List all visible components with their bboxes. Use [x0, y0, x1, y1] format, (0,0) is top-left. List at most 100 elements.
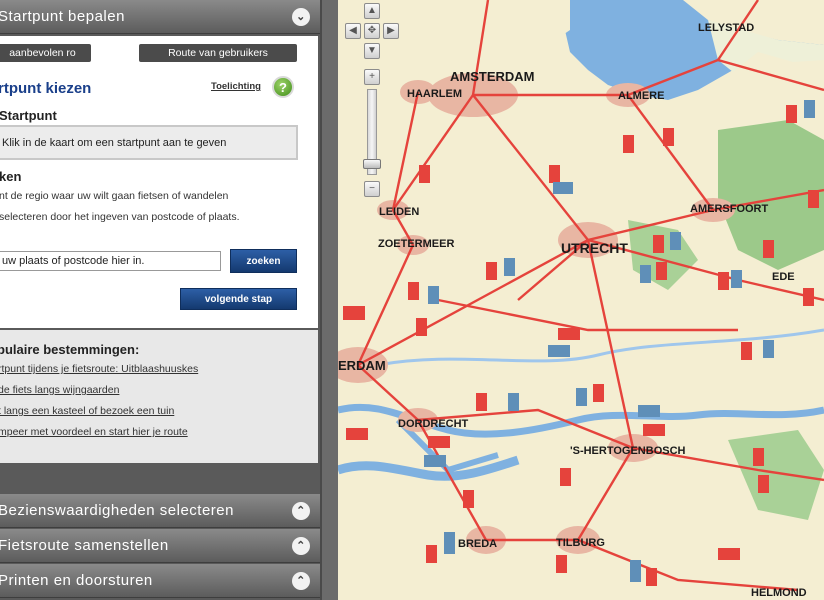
route-marker[interactable]	[343, 306, 365, 320]
popular-link[interactable]: t langs een kasteel of bezoek een tuin	[0, 405, 174, 417]
route-marker[interactable]	[653, 235, 664, 253]
route-marker[interactable]	[663, 128, 674, 146]
city-label-utrecht: UTRECHT	[561, 240, 628, 256]
section-title: rtpunt kiezen	[0, 80, 92, 97]
route-marker[interactable]	[416, 318, 427, 336]
pan-right-icon[interactable]: ▶	[383, 23, 399, 39]
help-icon[interactable]: ?	[272, 76, 294, 98]
route-marker[interactable]	[638, 405, 660, 417]
zoom-out-icon[interactable]: −	[364, 181, 380, 197]
description-line: nt de regio waar uw wilt gaan fietsen of…	[0, 190, 229, 202]
route-marker[interactable]	[804, 100, 815, 118]
city-label-tilburg: TILBURG	[556, 537, 605, 549]
route-marker[interactable]	[560, 468, 571, 486]
zoeken-label: ken	[0, 169, 22, 184]
route-marker[interactable]	[640, 265, 651, 283]
city-label-haarlem: HAARLEM	[407, 88, 462, 100]
route-marker[interactable]	[426, 545, 437, 563]
route-marker[interactable]	[741, 342, 752, 360]
route-marker[interactable]	[548, 345, 570, 357]
route-marker[interactable]	[646, 568, 657, 586]
popular-title: pulaire bestemmingen:	[0, 342, 140, 357]
help-link[interactable]: Toelichting	[211, 81, 261, 92]
city-label-lelystad: LELYSTAD	[698, 22, 754, 34]
left-panel: Startpunt bepalen ⌄ aanbevolen ro Route …	[0, 0, 322, 600]
route-marker[interactable]	[593, 384, 604, 402]
route-marker[interactable]	[576, 388, 587, 406]
search-button[interactable]: zoeken	[230, 249, 297, 273]
route-marker[interactable]	[731, 270, 742, 288]
route-marker[interactable]	[428, 436, 450, 448]
route-marker[interactable]	[486, 262, 497, 280]
tab-route-van-gebruikers[interactable]: Route van gebruikers	[139, 44, 297, 62]
accordion-title: Printen en doorsturen	[0, 572, 153, 589]
startpunt-content: aanbevolen ro Route van gebruikers rtpun…	[0, 36, 318, 328]
popular-link[interactable]: de fiets langs wijngaarden	[0, 384, 119, 396]
city-label-den-bosch: 'S-HERTOGENBOSCH	[570, 445, 686, 457]
route-marker[interactable]	[786, 105, 797, 123]
pan-left-icon[interactable]: ◀	[345, 23, 361, 39]
pan-up-icon[interactable]: ▲	[364, 3, 380, 19]
route-marker[interactable]	[556, 555, 567, 573]
route-marker[interactable]	[763, 340, 774, 358]
city-label-helmond: HELMOND	[751, 587, 807, 599]
tab-aanbevolen-routes[interactable]: aanbevolen ro	[0, 44, 91, 62]
zoom-in-icon[interactable]: +	[364, 69, 380, 85]
next-step-button[interactable]: volgende stap	[180, 288, 297, 310]
city-label-zoetermeer: ZOETERMEER	[378, 238, 454, 250]
route-marker[interactable]	[656, 262, 667, 280]
accordion-header-startpunt[interactable]: Startpunt bepalen ⌄	[0, 0, 320, 34]
route-marker[interactable]	[763, 240, 774, 258]
route-marker[interactable]	[670, 232, 681, 250]
accordion-title: Bezienswaardigheden selecteren	[0, 502, 234, 519]
route-marker[interactable]	[623, 135, 634, 153]
pan-center-icon[interactable]: ✥	[364, 23, 380, 39]
popular-link[interactable]: mpeer met voordeel en start hier je rout…	[0, 426, 188, 438]
route-marker[interactable]	[476, 393, 487, 411]
route-marker[interactable]	[463, 490, 474, 508]
city-label-almere: ALMERE	[618, 90, 664, 102]
route-marker[interactable]	[753, 448, 764, 466]
search-input[interactable]	[0, 251, 221, 271]
route-marker[interactable]	[808, 190, 819, 208]
chevron-up-icon[interactable]: ⌃	[292, 502, 310, 520]
chevron-up-icon[interactable]: ⌃	[292, 537, 310, 555]
route-marker[interactable]	[444, 532, 455, 554]
route-marker[interactable]	[419, 165, 430, 183]
route-marker[interactable]	[346, 428, 368, 440]
route-marker[interactable]	[643, 424, 665, 436]
route-marker[interactable]	[718, 272, 729, 290]
route-marker[interactable]	[558, 328, 580, 340]
route-marker[interactable]	[553, 182, 573, 194]
chevron-up-icon[interactable]: ⌃	[292, 572, 310, 590]
route-marker[interactable]	[504, 258, 515, 276]
city-label-ede: EDE	[772, 271, 795, 283]
map-canvas[interactable]: LELYSTAD AMSTERDAM HAARLEM ALMERE LEIDEN…	[338, 0, 824, 600]
city-label-breda: BREDA	[458, 538, 497, 550]
route-marker[interactable]	[424, 455, 446, 467]
route-marker[interactable]	[508, 393, 519, 411]
route-marker[interactable]	[428, 286, 439, 304]
route-marker[interactable]	[758, 475, 769, 493]
accordion-header-bezienswaardigheden[interactable]: Bezienswaardigheden selecteren ⌃	[0, 494, 320, 528]
pan-down-icon[interactable]: ▼	[364, 43, 380, 59]
route-marker[interactable]	[630, 560, 641, 582]
chevron-down-icon[interactable]: ⌄	[292, 8, 310, 26]
route-marker[interactable]	[549, 165, 560, 183]
map-view[interactable]: LELYSTAD AMSTERDAM HAARLEM ALMERE LEIDEN…	[338, 0, 824, 600]
city-label-amsterdam: AMSTERDAM	[450, 69, 535, 84]
city-label-amersfoort: AMERSFOORT	[690, 203, 769, 215]
map-controls: ▲ ◀ ✥ ▶ ▼ + −	[341, 3, 401, 203]
zoom-slider-thumb[interactable]	[363, 159, 381, 169]
route-marker[interactable]	[803, 288, 814, 306]
popular-link[interactable]: rtpunt tijdens je fietsroute: Uitblaashu…	[0, 363, 198, 375]
city-label-dordrecht: DORDRECHT	[398, 418, 469, 430]
startpunt-label: Startpunt	[0, 108, 57, 123]
accordion-title: Fietsroute samenstellen	[0, 537, 169, 554]
accordion-title: Startpunt bepalen	[0, 8, 125, 25]
accordion-header-printen[interactable]: Printen en doorsturen ⌃	[0, 564, 320, 598]
route-marker[interactable]	[718, 548, 740, 560]
accordion-header-fietsroute[interactable]: Fietsroute samenstellen ⌃	[0, 529, 320, 563]
route-marker[interactable]	[408, 282, 419, 300]
popular-destinations: pulaire bestemmingen: rtpunt tijdens je …	[0, 330, 318, 463]
